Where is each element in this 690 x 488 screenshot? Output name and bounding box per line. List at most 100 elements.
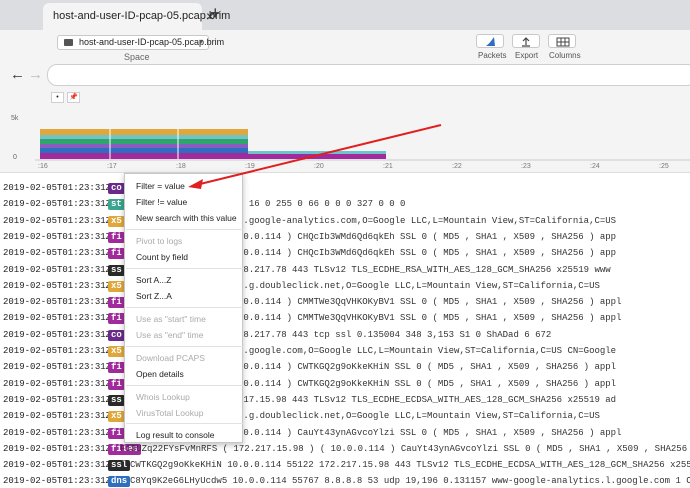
table-row[interactable]: 2019-02-05T01:23:31Z ssl CWTKGQ2g9oKkeKHi… bbox=[0, 457, 690, 473]
log-type-badge[interactable]: x5 bbox=[108, 411, 125, 423]
histogram-bars bbox=[40, 129, 386, 159]
menu-item-sort-a-z[interactable]: Sort A...Z bbox=[136, 275, 171, 285]
table-row[interactable]: 2019-02-05T01:23:31Z x5 17E6CE0428FECBFB … bbox=[0, 278, 690, 294]
pin-row: • 📌 bbox=[0, 88, 690, 106]
menu-item-virustotal-lookup: VirusTotal Lookup bbox=[136, 408, 204, 418]
shark-fin-icon bbox=[486, 37, 495, 46]
log-type-badge[interactable]: ss bbox=[108, 394, 125, 406]
table-row[interactable]: 2019-02-05T01:23:31Z fi 216.58.217.78 ) (… bbox=[0, 245, 690, 261]
log-type-badge[interactable]: fi bbox=[108, 313, 125, 325]
menu-separator bbox=[126, 423, 243, 424]
x-tick: :17 bbox=[107, 163, 117, 170]
row-timestamp[interactable]: 2019-02-05T01:23:31Z bbox=[3, 441, 111, 457]
row-timestamp[interactable]: 2019-02-05T01:23:31Z bbox=[3, 359, 111, 375]
histogram[interactable]: 5k 0 :16 :17 :18 :19 :20 :21 :22 :23 :24… bbox=[0, 106, 690, 173]
space-label: Space bbox=[124, 52, 150, 62]
log-type-badge[interactable]: ssl bbox=[108, 460, 131, 472]
title-bar: host-and-user-ID-pcap-05.pcap.brim × + bbox=[0, 0, 690, 30]
dot-button[interactable]: • bbox=[51, 92, 64, 103]
menu-item-log-result-to-console[interactable]: Log result to console bbox=[136, 430, 214, 440]
log-type-badge[interactable]: co bbox=[108, 183, 125, 194]
table-row[interactable]: 2019-02-05T01:23:31Z fi 172.217.15.98 ) (… bbox=[0, 310, 690, 326]
menu-item-open-details[interactable]: Open details bbox=[136, 369, 184, 379]
row-values[interactable]: F13UZq22FYsFvMnRFS ( 172.217.15.98 ) ( 1… bbox=[120, 441, 690, 457]
row-timestamp[interactable]: 2019-02-05T01:23:31Z bbox=[3, 327, 111, 343]
row-timestamp[interactable]: 2019-02-05T01:23:31Z bbox=[3, 278, 111, 294]
row-timestamp[interactable]: 2019-02-05T01:23:31Z bbox=[3, 245, 111, 261]
log-type-badge[interactable]: fi bbox=[108, 297, 125, 309]
row-timestamp[interactable]: 2019-02-05T01:23:31Z bbox=[3, 213, 111, 229]
table-row[interactable]: 2019-02-05T01:23:31Z x5 674F2D0D8DA90F4C … bbox=[0, 213, 690, 229]
row-values[interactable]: C8Yq9K2eG6LHyUcdw5 10.0.0.114 55767 8.8.… bbox=[130, 473, 690, 488]
search-input[interactable] bbox=[47, 64, 690, 86]
row-timestamp[interactable]: 2019-02-05T01:23:31Z bbox=[3, 408, 111, 424]
log-type-badge[interactable]: fi bbox=[108, 231, 125, 243]
log-type-badge[interactable]: ss bbox=[108, 264, 125, 276]
table-row[interactable]: 2019-02-05T01:23:31Z fi 172.217.15.98 ) (… bbox=[0, 359, 690, 375]
row-timestamp[interactable]: 2019-02-05T01:23:31Z bbox=[3, 294, 111, 310]
x-tick: :25 bbox=[659, 163, 669, 170]
table-row[interactable]: 2019-02-05T01:23:31Z files F13UZq22FYsFvM… bbox=[0, 441, 690, 457]
back-arrow-icon[interactable]: ← bbox=[10, 66, 25, 83]
table-row[interactable]: 2019-02-05T01:23:31Z fi 216.58.217.78 ) (… bbox=[0, 229, 690, 245]
row-timestamp[interactable]: 2019-02-05T01:23:31Z bbox=[3, 457, 111, 473]
menu-item-whois-lookup: Whois Lookup bbox=[136, 392, 190, 402]
log-type-badge[interactable]: fi bbox=[108, 427, 125, 439]
row-timestamp[interactable]: 2019-02-05T01:23:31Z bbox=[3, 310, 111, 326]
x-tick: :18 bbox=[176, 163, 186, 170]
menu-item-filter-value[interactable]: Filter = value bbox=[136, 181, 185, 191]
log-type-badge[interactable]: x5 bbox=[108, 346, 125, 357]
table-row[interactable]: 2019-02-05T01:23:31Z co 0.0.0.114 55124 2… bbox=[0, 327, 690, 343]
table-row[interactable]: 2019-02-05T01:23:31Zco k 0 247 0 bbox=[0, 180, 690, 196]
table-row[interactable]: 2019-02-05T01:23:31Z st 2,563 2,560 16 0 … bbox=[0, 196, 690, 212]
row-timestamp[interactable]: 2019-02-05T01:23:31Z bbox=[3, 343, 111, 359]
x-tick: :23 bbox=[521, 163, 531, 170]
menu-item-count-by-field[interactable]: Count by field bbox=[136, 252, 188, 262]
menu-item-sort-z-a[interactable]: Sort Z...A bbox=[136, 291, 172, 301]
row-timestamp[interactable]: 2019-02-05T01:23:31Z bbox=[3, 473, 111, 488]
menu-item-new-search-with-this-value[interactable]: New search with this value bbox=[136, 213, 237, 223]
add-tab-icon[interactable]: + bbox=[210, 3, 221, 24]
x-tick: :21 bbox=[383, 163, 393, 170]
columns-label: Columns bbox=[549, 51, 581, 60]
log-type-badge[interactable]: fi bbox=[108, 362, 125, 374]
table-row[interactable]: 2019-02-05T01:23:31Z x5 0154BD8E5A2B0492 … bbox=[0, 343, 690, 359]
toolbar: host-and-user-ID-pcap-05.pcap.brim ▾ Spa… bbox=[0, 30, 690, 64]
pin-icon[interactable]: 📌 bbox=[67, 92, 80, 103]
forward-arrow-icon[interactable]: → bbox=[28, 66, 43, 83]
row-timestamp[interactable]: 2019-02-05T01:23:31Z bbox=[3, 180, 111, 196]
menu-item-download-pcaps: Download PCAPS bbox=[136, 353, 205, 363]
table-row[interactable]: 2019-02-05T01:23:31Z ss 0.0.0.114 55123 1… bbox=[0, 392, 690, 408]
menu-item-use-as-start-time: Use as "start" time bbox=[136, 314, 206, 324]
row-timestamp[interactable]: 2019-02-05T01:23:31Z bbox=[3, 229, 111, 245]
table-row[interactable]: 2019-02-05T01:23:31Z dns C8Yq9K2eG6LHyUcd… bbox=[0, 473, 690, 488]
menu-item-filter-value[interactable]: Filter != value bbox=[136, 197, 187, 207]
log-type-badge[interactable]: st bbox=[108, 199, 125, 211]
menu-separator bbox=[126, 346, 243, 347]
row-timestamp[interactable]: 2019-02-05T01:23:31Z bbox=[3, 262, 111, 278]
space-select[interactable]: host-and-user-ID-pcap-05.pcap.brim ▾ bbox=[57, 35, 224, 50]
log-type-badge[interactable]: x5 bbox=[108, 215, 125, 227]
export-button[interactable] bbox=[512, 34, 540, 48]
table-row[interactable]: 2019-02-05T01:23:31Z ss 0.0.0.114 55124 2… bbox=[0, 262, 690, 278]
table-row[interactable]: 2019-02-05T01:23:31Z fi 172.217.15.98 ) (… bbox=[0, 294, 690, 310]
log-type-badge[interactable]: dns bbox=[108, 476, 131, 488]
export-icon bbox=[522, 37, 530, 47]
menu-separator bbox=[126, 385, 243, 386]
row-timestamp[interactable]: 2019-02-05T01:23:31Z bbox=[3, 392, 111, 408]
histogram-chart[interactable]: 5k 0 :16 :17 :18 :19 :20 :21 :22 :23 :24… bbox=[0, 106, 690, 173]
row-values[interactable]: CWTKGQ2g9oKkeKHiN 10.0.0.114 55122 172.2… bbox=[130, 457, 690, 473]
table-row[interactable]: 2019-02-05T01:23:31Z x5 17E6CE0428FECBFB … bbox=[0, 408, 690, 424]
table-row[interactable]: 2019-02-05T01:23:31Z fi 172.217.15.98 ) (… bbox=[0, 376, 690, 392]
log-type-badge[interactable]: fi bbox=[108, 248, 125, 260]
packets-button[interactable] bbox=[476, 34, 504, 48]
log-type-badge[interactable]: fi bbox=[108, 378, 125, 390]
columns-button[interactable] bbox=[548, 34, 576, 48]
log-type-badge[interactable]: co bbox=[108, 329, 125, 341]
log-type-badge[interactable]: x5 bbox=[108, 280, 125, 292]
tab-active[interactable]: host-and-user-ID-pcap-05.pcap.brim × bbox=[43, 3, 230, 30]
row-timestamp[interactable]: 2019-02-05T01:23:31Z bbox=[3, 376, 111, 392]
row-timestamp[interactable]: 2019-02-05T01:23:31Z bbox=[3, 196, 111, 212]
row-timestamp[interactable]: 2019-02-05T01:23:31Z bbox=[3, 425, 111, 441]
table-row[interactable]: 2019-02-05T01:23:31Z fi 172.217.15.98 ) (… bbox=[0, 425, 690, 441]
